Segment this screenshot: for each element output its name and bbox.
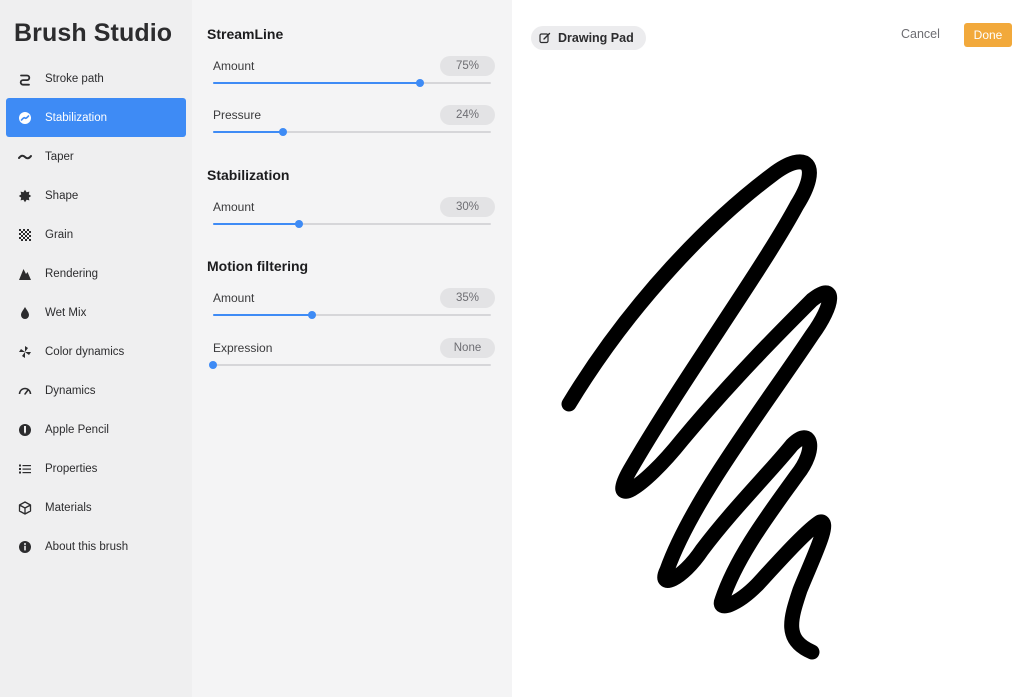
sidebar-item-stabilization[interactable]: Stabilization	[6, 98, 186, 137]
sidebar-item-grain[interactable]: Grain	[6, 215, 186, 254]
drawing-pad-title-chip[interactable]: Drawing Pad	[531, 26, 646, 50]
slider-thumb[interactable]	[209, 361, 217, 369]
done-button[interactable]: Done	[964, 23, 1012, 47]
taper-icon	[18, 150, 32, 164]
slider-fill	[213, 82, 421, 84]
wet-mix-icon	[18, 306, 32, 320]
properties-icon	[18, 462, 32, 476]
slider-thumb[interactable]	[307, 311, 316, 319]
drawing-pad-title: Drawing Pad	[558, 31, 634, 45]
sidebar-item-label: Properties	[45, 462, 98, 475]
streamline-amount-slider[interactable]: Amount 75%	[213, 56, 495, 90]
slider-label: Amount	[213, 59, 255, 73]
slider-value-badge: None	[440, 338, 495, 358]
streamline-pressure-slider[interactable]: Pressure 24%	[213, 105, 495, 139]
slider-track[interactable]	[213, 311, 491, 319]
grain-icon	[18, 228, 32, 242]
color-dynamics-icon	[18, 345, 32, 359]
slider-thumb[interactable]	[416, 79, 425, 87]
sidebar-nav: Stroke path Stabilization Taper Shape Gr…	[6, 59, 186, 566]
settings-panel: StreamLine Amount 75% Pressure 24% Stabi…	[192, 0, 512, 697]
sidebar-item-label: Color dynamics	[45, 345, 125, 358]
slider-label: Expression	[213, 341, 273, 355]
slider-label: Amount	[213, 291, 255, 305]
apple-pencil-icon	[18, 423, 32, 437]
slider-track[interactable]	[213, 220, 491, 228]
sidebar-item-label: Stabilization	[45, 111, 108, 124]
stroke-path-icon	[18, 72, 32, 86]
cancel-button[interactable]: Cancel	[901, 27, 940, 41]
info-icon	[18, 540, 32, 554]
section-title-stabilization: Stabilization	[207, 167, 290, 183]
sidebar-item-label: Wet Mix	[45, 306, 87, 319]
sidebar: Brush Studio Stroke path Stabilization T…	[0, 0, 192, 697]
slider-value-badge: 35%	[440, 288, 495, 308]
slider-fill	[213, 314, 312, 316]
sidebar-item-stroke-path[interactable]: Stroke path	[6, 59, 186, 98]
stabilization-icon	[18, 111, 32, 125]
sidebar-item-taper[interactable]: Taper	[6, 137, 186, 176]
sidebar-item-wet-mix[interactable]: Wet Mix	[6, 293, 186, 332]
sidebar-item-about-this-brush[interactable]: About this brush	[6, 527, 186, 566]
sidebar-item-label: Materials	[45, 501, 92, 514]
slider-fill	[213, 223, 300, 225]
motion-filtering-amount-slider[interactable]: Amount 35%	[213, 288, 495, 322]
sidebar-item-label: Shape	[45, 189, 79, 202]
slider-track[interactable]	[209, 361, 491, 369]
sidebar-item-apple-pencil[interactable]: Apple Pencil	[6, 410, 186, 449]
sidebar-item-label: Apple Pencil	[45, 423, 109, 436]
motion-filtering-expression-slider[interactable]: Expression None	[209, 338, 495, 372]
sidebar-item-color-dynamics[interactable]: Color dynamics	[6, 332, 186, 371]
slider-label: Amount	[213, 200, 255, 214]
slider-track[interactable]	[213, 79, 491, 87]
slider-track[interactable]	[213, 128, 491, 136]
slider-label: Pressure	[213, 108, 262, 122]
brush-stroke-preview	[561, 154, 838, 660]
sidebar-item-properties[interactable]: Properties	[6, 449, 186, 488]
sidebar-item-label: Taper	[45, 150, 74, 163]
sidebar-item-label: Rendering	[45, 267, 99, 280]
sidebar-item-dynamics[interactable]: Dynamics	[6, 371, 186, 410]
sidebar-item-shape[interactable]: Shape	[6, 176, 186, 215]
slider-fill	[213, 131, 283, 133]
sidebar-item-rendering[interactable]: Rendering	[6, 254, 186, 293]
materials-icon	[18, 500, 32, 515]
sidebar-item-label: Grain	[45, 228, 74, 241]
section-title-motion-filtering: Motion filtering	[207, 258, 309, 274]
stabilization-amount-slider[interactable]: Amount 30%	[213, 197, 495, 231]
dynamics-icon	[18, 384, 32, 398]
rendering-icon	[18, 267, 32, 281]
shape-icon	[18, 189, 32, 203]
section-title-streamline: StreamLine	[207, 26, 284, 42]
app-title: Brush Studio	[14, 19, 173, 47]
sidebar-item-label: Stroke path	[45, 72, 104, 85]
slider-thumb[interactable]	[278, 128, 287, 136]
slider-value-badge: 30%	[440, 197, 495, 217]
sidebar-item-label: About this brush	[45, 540, 129, 553]
slider-value-badge: 75%	[440, 56, 495, 76]
slider-thumb[interactable]	[295, 220, 304, 228]
drawing-pad[interactable]: Drawing Pad Cancel Done	[512, 0, 1024, 697]
sidebar-item-materials[interactable]: Materials	[6, 488, 186, 527]
edit-icon	[539, 32, 551, 44]
sidebar-item-label: Dynamics	[45, 384, 96, 397]
slider-value-badge: 24%	[440, 105, 495, 125]
